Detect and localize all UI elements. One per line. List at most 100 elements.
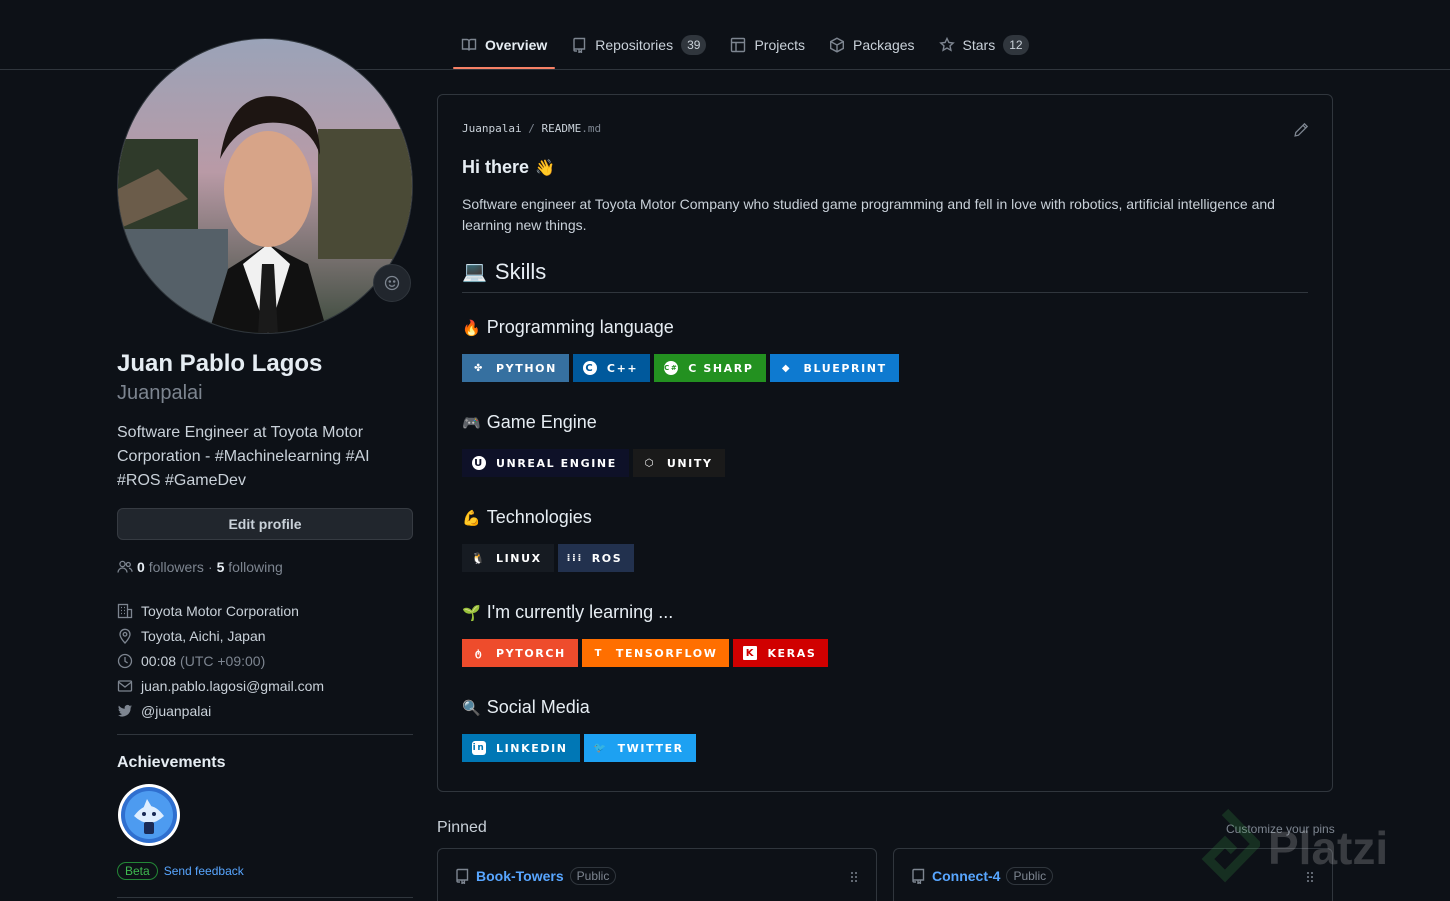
profile-avatar[interactable] [117, 38, 413, 334]
following-link[interactable]: 5 following [217, 559, 283, 575]
dot-separator: · [207, 559, 213, 575]
section-title: Game Engine [486, 412, 597, 432]
email-link[interactable]: juan.pablo.lagosi@gmail.com [141, 678, 324, 694]
badges-technologies: 🐧 LINUX ⁞⁞⁞ ROS [462, 544, 635, 572]
localtime-row: 00:08 (UTC +09:00) [117, 648, 413, 673]
readme-owner-link[interactable]: Juanpalai [462, 122, 522, 135]
tab-projects-label: Projects [754, 37, 806, 53]
badge-blueprint[interactable]: ◆ BLUEPRINT [769, 354, 899, 382]
section-programming-language: 🔥 Programming language [462, 317, 674, 338]
unreal-icon: U [472, 456, 486, 470]
cplusplus-icon: C [582, 361, 597, 375]
profile-details: Toyota Motor Corporation Toyota, Aichi, … [117, 598, 413, 723]
achievement-badge[interactable] [118, 784, 180, 846]
twitter-handle-link[interactable]: @juanpalai [141, 703, 211, 719]
tab-overview[interactable]: Overview [453, 24, 556, 69]
tab-packages[interactable]: Packages [821, 24, 922, 66]
badge-label: C SHARP [688, 361, 754, 375]
company-row: Toyota Motor Corporation [117, 598, 413, 623]
game-controller-icon: 🎮 [462, 414, 481, 432]
beta-feedback-row: Beta Send feedback [117, 862, 244, 880]
badge-python[interactable]: ✤ PYTHON [462, 354, 569, 382]
badge-label: C++ [606, 361, 639, 375]
badge-label: UNITY [666, 456, 713, 470]
profile-username: Juanpalai [117, 382, 203, 404]
location-text: Toyota, Aichi, Japan [141, 627, 266, 644]
badge-cplusplus[interactable]: C C++ [572, 354, 651, 382]
timezone-text: (UTC +09:00) [180, 652, 266, 669]
beta-badge: Beta [117, 862, 158, 880]
pinned-repo-card: Book-Towers Public [437, 848, 877, 901]
badge-twitter[interactable]: 🐦 TWITTER [583, 734, 696, 762]
twitter-bird-icon: 🐦 [593, 742, 608, 754]
badge-label: PYTHON [496, 361, 557, 375]
ros-icon: ⁞⁞⁞ [566, 552, 583, 564]
pinned-repo-header: Book-Towers Public [454, 867, 617, 885]
badge-tensorflow[interactable]: T TENSORFLOW [581, 639, 730, 667]
pencil-icon [1294, 122, 1309, 137]
badge-label: PYTORCH [496, 646, 566, 660]
repo-icon [456, 868, 469, 884]
company-name: Toyota Motor Corporation [141, 602, 299, 619]
section-social-media: 🔍 Social Media [462, 697, 590, 718]
book-icon [461, 38, 477, 51]
pinned-repo-header: Connect-4 Public [910, 867, 1054, 885]
set-status-button[interactable] [373, 264, 411, 302]
followers-link[interactable]: 0 followers [137, 559, 204, 575]
tab-stars[interactable]: Stars 12 [931, 24, 1037, 66]
sidebar-divider [117, 734, 413, 735]
pinned-repo-link[interactable]: Book-Towers [476, 868, 564, 884]
pytorch-icon: ტ [474, 647, 484, 659]
platzi-logo-icon [1201, 808, 1260, 883]
badge-keras[interactable]: K KERAS [733, 639, 829, 667]
following-label: following [228, 559, 283, 575]
badge-ros[interactable]: ⁞⁞⁞ ROS [557, 544, 635, 572]
avatar-photo [118, 39, 412, 333]
badge-linkedin[interactable]: in LINKEDIN [462, 734, 580, 762]
badge-unreal-engine[interactable]: U UNREAL ENGINE [462, 449, 629, 477]
path-separator: / [528, 122, 535, 135]
tab-packages-label: Packages [853, 37, 915, 53]
tab-repositories-label: Repositories [595, 37, 674, 53]
platzi-watermark: Platzi [1190, 808, 1388, 888]
tensorflow-icon: T [594, 647, 604, 659]
badge-label: KERAS [767, 646, 817, 660]
star-icon [938, 37, 955, 52]
edit-readme-button[interactable] [1293, 122, 1309, 141]
pinned-repo-link[interactable]: Connect-4 [932, 868, 1000, 884]
followers-count: 0 [137, 559, 145, 575]
readme-greeting: Hi there 👋 [462, 157, 555, 178]
tab-projects[interactable]: Projects [722, 24, 813, 66]
followers-label: followers [148, 559, 204, 575]
email-row: juan.pablo.lagosi@gmail.com [117, 673, 413, 698]
tab-overview-label: Overview [485, 37, 548, 53]
project-table-icon [731, 37, 746, 53]
edit-profile-button[interactable]: Edit profile [117, 508, 413, 540]
badges-game-engine: U UNREAL ENGINE ⬡ UNITY [462, 449, 725, 477]
readme-file-name[interactable]: README [541, 122, 581, 135]
mail-icon [117, 679, 133, 692]
repo-icon [912, 868, 925, 884]
send-feedback-link[interactable]: Send feedback [164, 864, 244, 878]
visibility-badge: Public [569, 867, 617, 885]
tab-repositories[interactable]: Repositories 39 [563, 24, 714, 66]
repositories-count-badge: 39 [681, 35, 707, 55]
badge-unity[interactable]: ⬡ UNITY [632, 449, 725, 477]
badge-label: LINUX [496, 551, 542, 565]
badge-csharp[interactable]: C# C SHARP [654, 354, 766, 382]
readme-file-ext: .md [581, 122, 602, 135]
flexed-biceps-icon: 💪 [462, 509, 481, 527]
laptop-icon: 💻 [462, 261, 487, 283]
badge-linux[interactable]: 🐧 LINUX [462, 544, 554, 572]
clock-icon [117, 653, 133, 668]
badge-label: ROS [591, 551, 623, 565]
section-title: Programming language [486, 317, 674, 337]
following-count: 5 [216, 559, 225, 575]
waving-hand-icon: 👋 [535, 159, 555, 177]
csharp-icon: C# [664, 361, 679, 375]
shark-achievement-icon [121, 787, 177, 843]
section-technologies: 💪 Technologies [462, 507, 592, 528]
blueprint-icon: ◆ [781, 362, 792, 374]
badge-pytorch[interactable]: ტ PYTORCH [462, 639, 578, 667]
drag-handle-icon[interactable] [850, 871, 858, 883]
